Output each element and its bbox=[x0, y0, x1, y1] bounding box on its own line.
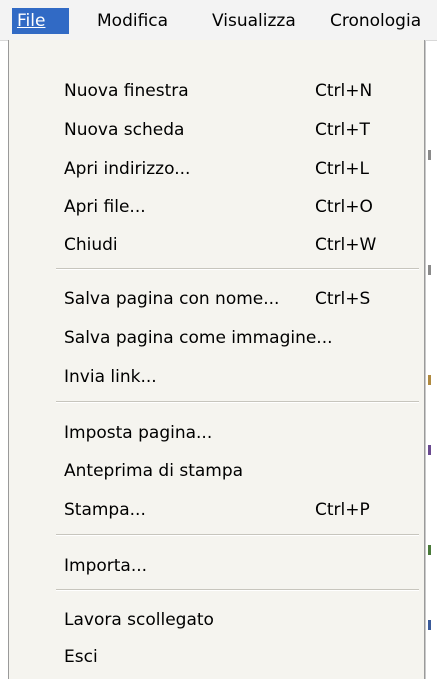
menu-separator bbox=[56, 534, 419, 536]
menu-item-shortcut: Ctrl+N bbox=[315, 81, 373, 101]
menu-item-nuova-finestra[interactable]: Nuova finestra Ctrl+N bbox=[9, 73, 424, 109]
menu-item-label: Imposta pagina... bbox=[64, 423, 213, 443]
menu-item-importa[interactable]: Importa... bbox=[9, 548, 424, 584]
menu-item-label: Apri indirizzo... bbox=[64, 159, 191, 179]
menu-file-mnemonic: File bbox=[17, 11, 46, 31]
background-page-fragment bbox=[428, 545, 431, 555]
menu-item-anteprima-stampa[interactable]: Anteprima di stampa bbox=[9, 453, 424, 489]
menu-file[interactable]: File bbox=[12, 8, 69, 34]
menu-separator bbox=[56, 589, 419, 591]
menu-visualizza[interactable]: Visualizza bbox=[207, 8, 301, 34]
menu-item-label: Salva pagina con nome... bbox=[64, 289, 280, 309]
menu-item-label: Apri file... bbox=[64, 197, 146, 217]
menu-visualizza-label: Visualizza bbox=[212, 11, 296, 31]
menu-item-apri-file[interactable]: Apri file... Ctrl+O bbox=[9, 189, 424, 225]
menu-modifica[interactable]: Modifica bbox=[92, 8, 173, 34]
menu-item-label: Invia link... bbox=[64, 367, 157, 387]
menu-item-label: Importa... bbox=[64, 556, 148, 576]
menu-item-shortcut: Ctrl+T bbox=[315, 120, 370, 140]
menu-item-nuova-scheda[interactable]: Nuova scheda Ctrl+T bbox=[9, 112, 424, 148]
menu-separator bbox=[56, 268, 419, 270]
menu-item-shortcut: Ctrl+P bbox=[315, 500, 370, 520]
menu-item-esci[interactable]: Esci bbox=[9, 639, 424, 675]
menu-item-chiudi[interactable]: Chiudi Ctrl+W bbox=[9, 227, 424, 263]
menu-item-label: Salva pagina come immagine... bbox=[64, 328, 333, 348]
menu-item-label: Stampa... bbox=[64, 500, 146, 520]
menu-item-invia-link[interactable]: Invia link... bbox=[9, 359, 424, 395]
menu-item-lavora-scollegato[interactable]: Lavora scollegato bbox=[9, 602, 424, 638]
menu-item-label: Nuova finestra bbox=[64, 81, 189, 101]
file-menu-dropdown: Nuova finestra Ctrl+N Nuova scheda Ctrl+… bbox=[8, 40, 425, 679]
menu-item-shortcut: Ctrl+S bbox=[315, 289, 371, 309]
background-page-fragment bbox=[428, 620, 431, 630]
menu-item-stampa[interactable]: Stampa... Ctrl+P bbox=[9, 492, 424, 528]
menu-item-shortcut: Ctrl+O bbox=[315, 197, 373, 217]
background-page-fragment bbox=[428, 150, 431, 160]
menu-cronologia[interactable]: Cronologia bbox=[325, 8, 426, 34]
background-page-fragment bbox=[428, 445, 431, 455]
menu-cronologia-label: Cronologia bbox=[330, 11, 422, 31]
menu-item-salva-pagina[interactable]: Salva pagina con nome... Ctrl+S bbox=[9, 281, 424, 317]
menu-item-label: Lavora scollegato bbox=[64, 610, 214, 630]
background-page-fragment bbox=[428, 375, 431, 385]
menu-item-label: Chiudi bbox=[64, 235, 118, 255]
menu-item-imposta-pagina[interactable]: Imposta pagina... bbox=[9, 415, 424, 451]
menu-item-label: Esci bbox=[64, 647, 98, 667]
menu-item-apri-indirizzo[interactable]: Apri indirizzo... Ctrl+L bbox=[9, 151, 424, 187]
background-page-sliver bbox=[425, 41, 437, 679]
menu-item-shortcut: Ctrl+W bbox=[315, 235, 377, 255]
menu-bar: File Modifica Visualizza Cronologia bbox=[0, 0, 437, 41]
menu-separator bbox=[56, 401, 419, 403]
menu-modifica-label: Modifica bbox=[97, 11, 169, 31]
menu-item-salva-immagine[interactable]: Salva pagina come immagine... bbox=[9, 320, 424, 356]
background-page-fragment bbox=[428, 265, 431, 275]
menu-item-label: Anteprima di stampa bbox=[64, 461, 244, 481]
menu-item-label: Nuova scheda bbox=[64, 120, 185, 140]
menu-item-shortcut: Ctrl+L bbox=[315, 159, 369, 179]
